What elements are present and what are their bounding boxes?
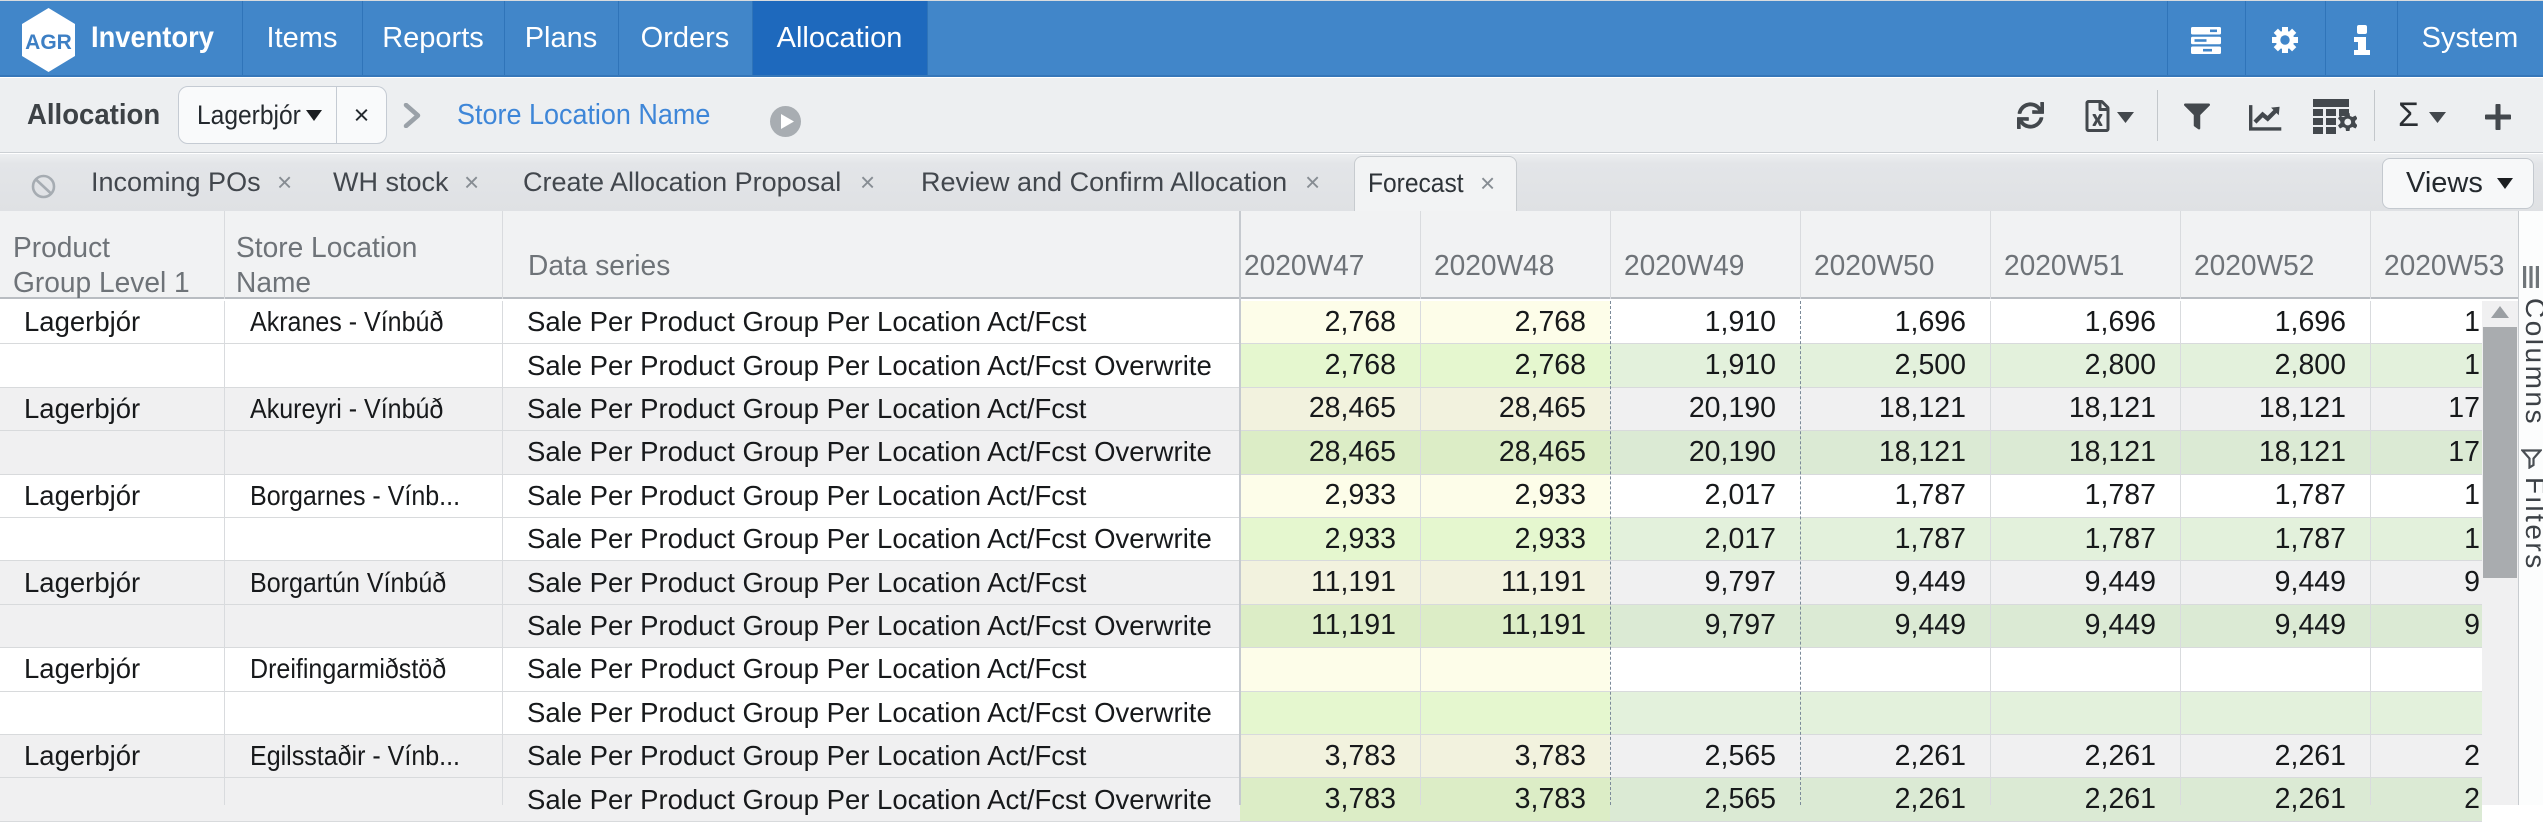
- svg-text:AGR: AGR: [25, 31, 72, 54]
